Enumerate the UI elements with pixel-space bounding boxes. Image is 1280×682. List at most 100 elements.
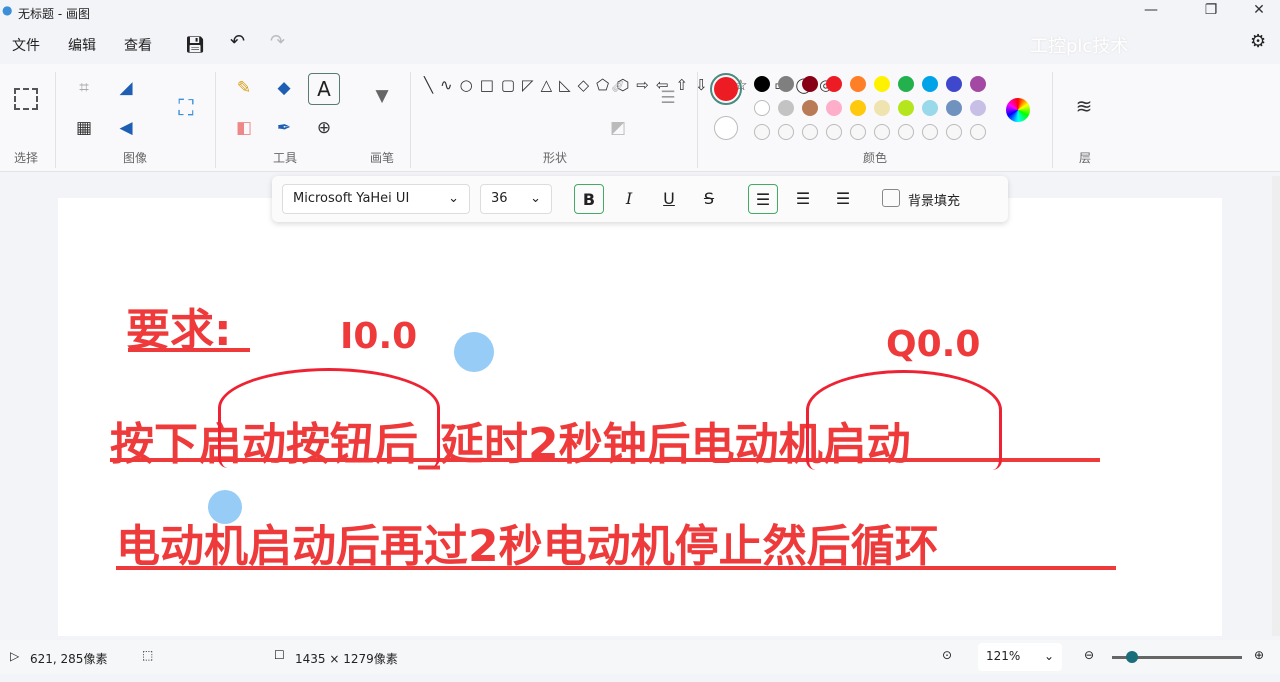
divider [1052, 72, 1053, 168]
image-resize-icon[interactable]: ⛶ [172, 96, 200, 121]
align-center-button[interactable]: ☰ [788, 184, 818, 214]
background-fill-checkbox[interactable] [882, 189, 900, 207]
custom-color-slot[interactable] [874, 124, 890, 140]
color-swatch[interactable] [970, 76, 986, 92]
font-size-select[interactable]: 36 ⌄ [480, 184, 552, 214]
divider [697, 72, 698, 168]
flip-icon[interactable]: ◀ [112, 118, 140, 138]
custom-color-slot[interactable] [850, 124, 866, 140]
fill-icon[interactable]: ◩ [604, 118, 632, 138]
color-swatch[interactable] [826, 76, 842, 92]
menu-view[interactable]: 查看 [124, 35, 152, 55]
color-swatch[interactable] [850, 76, 866, 92]
cursor-highlight [208, 490, 242, 524]
custom-color-slot[interactable] [778, 124, 794, 140]
fill-bucket-icon[interactable]: ◆ [270, 78, 298, 98]
redo-icon[interactable]: ↷ [270, 31, 285, 52]
eraser-icon[interactable]: ◧ [230, 118, 258, 138]
color-swatch[interactable] [922, 100, 938, 116]
zoom-out-icon[interactable]: ⊖ [1084, 648, 1094, 662]
zoom-slider-thumb[interactable] [1126, 651, 1138, 663]
color-swatch[interactable] [778, 100, 794, 116]
color-swatch[interactable] [802, 76, 818, 92]
menu-edit[interactable]: 编辑 [68, 35, 96, 55]
settings-gear-icon[interactable]: ⚙ [1250, 31, 1266, 52]
color-swatches [754, 76, 994, 146]
zoom-in-icon[interactable]: ⊕ [1254, 648, 1264, 662]
custom-color-slot[interactable] [970, 124, 986, 140]
color-swatch[interactable] [754, 76, 770, 92]
outline-icon[interactable]: ✐ [604, 78, 632, 98]
italic-button[interactable]: I [614, 184, 644, 214]
custom-color-slot[interactable] [802, 124, 818, 140]
layers-icon[interactable]: ≋ [1070, 94, 1098, 118]
color-swatch[interactable] [898, 100, 914, 116]
zoom-select[interactable]: 121% ⌄ [978, 643, 1062, 671]
custom-color-slot[interactable] [946, 124, 962, 140]
edit-colors-icon[interactable] [1006, 98, 1030, 122]
color-swatch[interactable] [946, 100, 962, 116]
color-swatch[interactable] [802, 100, 818, 116]
select-rectangle-icon[interactable] [14, 88, 38, 110]
bold-button[interactable]: B [574, 184, 604, 214]
brush-icon[interactable]: ▼ [368, 86, 396, 106]
align-left-button[interactable]: ☰ [748, 184, 778, 214]
menu-bar: 文件 编辑 查看 💾︎ ↶ ↷ 工控plc技术 ⚙ [0, 28, 1280, 60]
primary-color[interactable] [710, 73, 742, 105]
color-picker-icon[interactable]: ✒ [270, 118, 298, 138]
custom-color-slot[interactable] [754, 124, 770, 140]
minimize-button[interactable]: — [1136, 2, 1166, 18]
menu-file[interactable]: 文件 [12, 35, 40, 55]
color-swatch[interactable] [898, 76, 914, 92]
divider [55, 72, 56, 168]
vertical-scrollbar[interactable] [1272, 176, 1280, 636]
color-swatch[interactable] [874, 100, 890, 116]
title-bar: ● 无标题 - 画图 — ❐ ✕ [0, 0, 1280, 26]
color-swatch[interactable] [946, 76, 962, 92]
label-i0-0: I0.0 [340, 316, 418, 357]
group-label-image: 图像 [122, 151, 147, 165]
background-fill-label: 背景填充 [908, 194, 961, 209]
group-label-layers: 层 [1078, 151, 1091, 165]
pointer-icon: ▷ [10, 649, 20, 663]
color-swatch[interactable] [850, 100, 866, 116]
fit-to-window-icon[interactable]: ⊙ [942, 648, 952, 662]
rotate-icon[interactable]: ◢ [112, 78, 140, 98]
group-label-colors: 颜色 [862, 151, 887, 165]
canvas-line-2: 电动机启动后再过2秒电动机停止然后循环 [116, 521, 939, 572]
undo-icon[interactable]: ↶ [230, 31, 245, 52]
magnifier-icon[interactable]: ⊕ [310, 118, 338, 138]
drawing-canvas[interactable]: 要求: I0.0 Q0.0 按下启动按钮后_延时2秒钟后电动机启动 电动机启动后… [58, 198, 1222, 636]
secondary-color[interactable] [714, 116, 738, 140]
group-label-tools: 工具 [272, 151, 297, 165]
text-format-toolbar: Microsoft YaHei UI ⌄ 36 ⌄ B I U S ☰ ☰ ☰ 背景… [272, 176, 1008, 222]
font-size-value: 36 [491, 191, 508, 206]
close-button[interactable]: ✕ [1244, 2, 1274, 18]
color-swatch[interactable] [778, 76, 794, 92]
color-swatch[interactable] [874, 76, 890, 92]
text-tool-icon[interactable]: A [308, 73, 340, 105]
annotation-circle-motor [806, 370, 1002, 470]
save-icon[interactable]: 💾︎ [185, 35, 205, 54]
color-swatch[interactable] [970, 100, 986, 116]
divider [215, 72, 216, 168]
color-swatch[interactable] [754, 100, 770, 116]
align-right-button[interactable]: ☰ [828, 184, 858, 214]
resize-skew-icon[interactable]: ▦ [70, 118, 98, 138]
custom-color-slot[interactable] [898, 124, 914, 140]
pencil-icon[interactable]: ✎ [230, 78, 258, 98]
line2-underline [116, 566, 1116, 570]
crop-icon[interactable]: ⌗ [70, 78, 98, 98]
stroke-size-icon[interactable]: ☰ [654, 88, 682, 108]
color-swatch[interactable] [922, 76, 938, 92]
cursor-highlight [454, 332, 494, 372]
underline-button[interactable]: U [654, 184, 684, 214]
font-family-select[interactable]: Microsoft YaHei UI ⌄ [282, 184, 470, 214]
maximize-button[interactable]: ❐ [1196, 2, 1226, 18]
color-swatch[interactable] [826, 100, 842, 116]
strikethrough-button[interactable]: S [694, 184, 724, 214]
custom-color-slot[interactable] [826, 124, 842, 140]
group-label-select: 选择 [13, 151, 38, 165]
shapes-gallery[interactable]: ╲∿○□▢◸△◺◇⬠⬡⇨⇦⇧⇩✧☆✡▭◯◎ [424, 74, 832, 96]
custom-color-slot[interactable] [922, 124, 938, 140]
